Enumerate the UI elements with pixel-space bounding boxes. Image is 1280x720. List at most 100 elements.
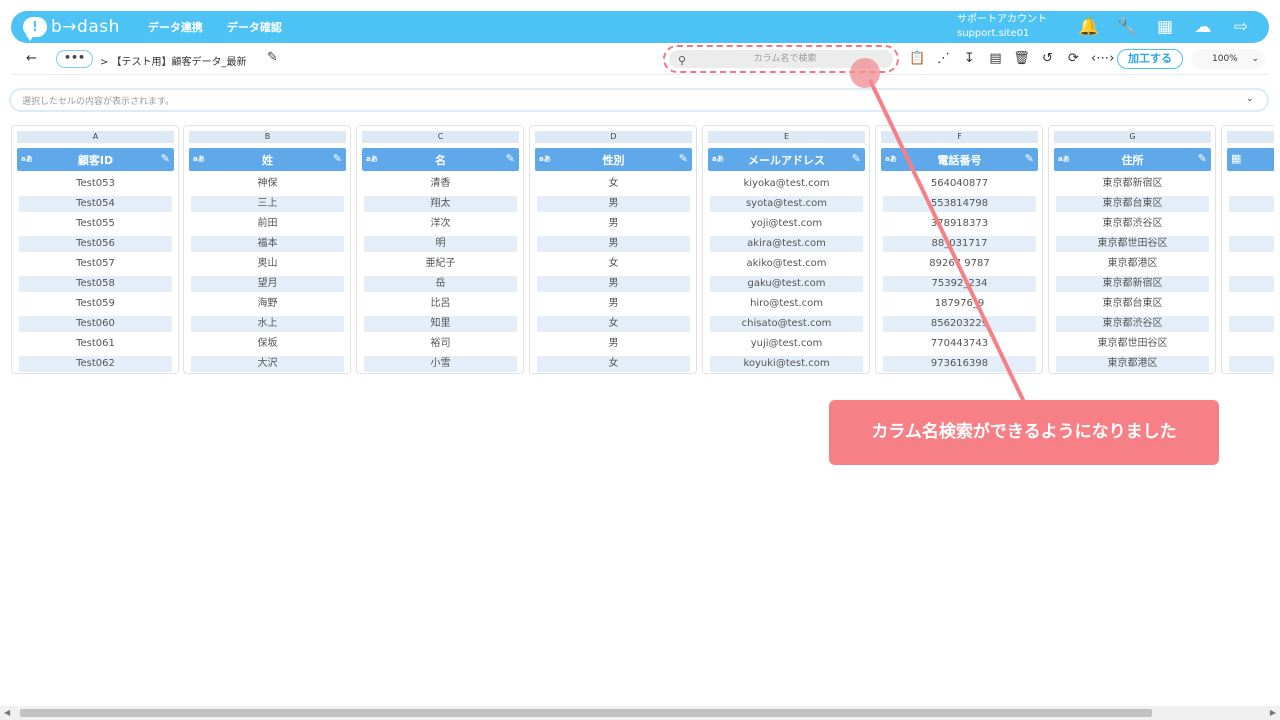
table-cell[interactable]: 東京都港区 [1056, 356, 1209, 372]
edit-pencil-icon[interactable]: ✎ [506, 152, 515, 165]
column-header[interactable]: aあ 顧客ID ✎ [17, 148, 174, 171]
column-header[interactable]: aあ 住所 ✎ [1054, 148, 1211, 171]
table-cell[interactable] [1229, 356, 1274, 372]
grid-icon[interactable]: ▦ [1155, 17, 1175, 37]
history-icon[interactable]: ↺ [1039, 51, 1056, 66]
table-cell[interactable]: 女 [537, 316, 690, 332]
logo[interactable]: ! b→dash [23, 17, 120, 41]
table-cell[interactable]: 比呂 [364, 296, 517, 312]
clipboard-icon[interactable]: 📋 [909, 51, 926, 66]
scrollbar-thumb[interactable] [20, 709, 1152, 717]
table-cell[interactable] [1229, 236, 1274, 252]
cell-content-bar[interactable]: 選択したセルの内容が表示されます。 ⌄ [9, 88, 1269, 112]
table-cell[interactable]: 東京都渋谷区 [1056, 216, 1209, 232]
table-cell[interactable]: 男 [537, 276, 690, 292]
table-cell[interactable]: 東京都台東区 [1056, 296, 1209, 312]
edit-pencil-icon[interactable]: ✎ [333, 152, 342, 165]
column-search-input[interactable] [695, 52, 875, 66]
table-cell[interactable]: Test061 [19, 336, 172, 352]
edit-pencil-icon[interactable]: ✎ [679, 152, 688, 165]
zoom-select[interactable]: 100% ⌄ [1191, 49, 1265, 69]
table-cell[interactable] [1229, 256, 1274, 272]
download-icon[interactable]: ↧ [961, 51, 978, 66]
table-cell[interactable]: 973616398 [883, 356, 1036, 372]
table-cell[interactable]: 海野 [191, 296, 344, 312]
share-icon[interactable]: ⋰ [935, 51, 952, 66]
table-cell[interactable]: Test062 [19, 356, 172, 372]
horizontal-scrollbar[interactable]: ◀ ▶ [0, 706, 1280, 720]
table-cell[interactable]: 東京都新宿区 [1056, 276, 1209, 292]
table-cell[interactable]: 女 [537, 356, 690, 372]
table-cell[interactable]: 東京都世田谷区 [1056, 236, 1209, 252]
nav-data-integration[interactable]: データ連携 [148, 19, 203, 35]
table-cell[interactable]: akiko@test.com [710, 256, 863, 272]
table-cell[interactable] [1229, 316, 1274, 332]
column-header[interactable]: aあ 電話番号 ✎ [881, 148, 1038, 171]
table-cell[interactable]: 三上 [191, 196, 344, 212]
edit-pencil-icon[interactable]: ✎ [161, 152, 170, 165]
nav-data-check[interactable]: データ確認 [227, 19, 282, 35]
table-cell[interactable]: 89267 9787 [883, 256, 1036, 272]
table-cell[interactable]: 大沢 [191, 356, 344, 372]
table-cell[interactable] [1229, 336, 1274, 352]
table-cell[interactable]: 東京都台東区 [1056, 196, 1209, 212]
table-cell[interactable]: Test059 [19, 296, 172, 312]
table-cell[interactable]: 88_031717 [883, 236, 1036, 252]
table-cell[interactable]: yuji@test.com [710, 336, 863, 352]
table-cell[interactable] [1229, 176, 1274, 192]
table-cell[interactable]: 女 [537, 176, 690, 192]
table-cell[interactable]: Test060 [19, 316, 172, 332]
table-cell[interactable]: Test055 [19, 216, 172, 232]
table-cell[interactable]: 亜紀子 [364, 256, 517, 272]
account-info[interactable]: サポートアカウント support.site01 [957, 13, 1047, 41]
table-cell[interactable]: Test054 [19, 196, 172, 212]
table-cell[interactable]: 女 [537, 256, 690, 272]
table-cell[interactable]: 岳 [364, 276, 517, 292]
table-cell[interactable]: akira@test.com [710, 236, 863, 252]
table-cell[interactable] [1229, 216, 1274, 232]
table-cell[interactable]: chisato@test.com [710, 316, 863, 332]
code-icon[interactable]: ‹⋯› [1091, 51, 1114, 66]
table-cell[interactable]: yoji@test.com [710, 216, 863, 232]
logout-icon[interactable]: ⇨ [1231, 17, 1251, 37]
table-cell[interactable]: 75392_234 [883, 276, 1036, 292]
scroll-left-arrow-icon[interactable]: ◀ [4, 708, 10, 717]
table-cell[interactable]: 553814798 [883, 196, 1036, 212]
table-cell[interactable]: 翔太 [364, 196, 517, 212]
table-cell[interactable]: 男 [537, 236, 690, 252]
table-cell[interactable]: 187976_9 [883, 296, 1036, 312]
column-header[interactable]: aあ 姓 ✎ [189, 148, 346, 171]
table-cell[interactable]: 小雪 [364, 356, 517, 372]
table-cell[interactable]: 東京都渋谷区 [1056, 316, 1209, 332]
scroll-right-arrow-icon[interactable]: ▶ [1270, 708, 1276, 717]
table-cell[interactable]: kiyoka@test.com [710, 176, 863, 192]
table-cell[interactable]: 水上 [191, 316, 344, 332]
table-cell[interactable]: 東京都港区 [1056, 256, 1209, 272]
table-cell[interactable]: 明 [364, 236, 517, 252]
edit-pencil-icon[interactable]: ✎ [1025, 152, 1034, 165]
table-cell[interactable]: 男 [537, 216, 690, 232]
table-cell[interactable]: 洋次 [364, 216, 517, 232]
back-arrow-icon[interactable]: ← [26, 51, 37, 66]
table-cell[interactable]: 男 [537, 336, 690, 352]
edit-title-pencil-icon[interactable]: ✎ [267, 50, 278, 65]
table-cell[interactable]: 770443743 [883, 336, 1036, 352]
table-cell[interactable]: 男 [537, 296, 690, 312]
table-cell[interactable]: 東京都世田谷区 [1056, 336, 1209, 352]
table-cell[interactable]: Test053 [19, 176, 172, 192]
table-cell[interactable]: Test057 [19, 256, 172, 272]
table-cell[interactable]: Test058 [19, 276, 172, 292]
column-header[interactable]: aあ 性別 ✎ [535, 148, 692, 171]
table-cell[interactable]: 福本 [191, 236, 344, 252]
table-cell[interactable]: 清香 [364, 176, 517, 192]
edit-pencil-icon[interactable]: ✎ [1198, 152, 1207, 165]
table-cell[interactable]: hiro@test.com [710, 296, 863, 312]
wrench-icon[interactable]: 🔧 [1116, 17, 1137, 37]
table-cell[interactable]: 裕司 [364, 336, 517, 352]
table-cell[interactable] [1229, 196, 1274, 212]
table-icon[interactable]: ▤ [987, 51, 1004, 66]
chat-icon[interactable]: ☁ [1193, 17, 1213, 37]
column-header[interactable]: ▦ [1227, 148, 1274, 171]
table-cell[interactable] [1229, 276, 1274, 292]
column-header[interactable]: aあ 名 ✎ [362, 148, 519, 171]
